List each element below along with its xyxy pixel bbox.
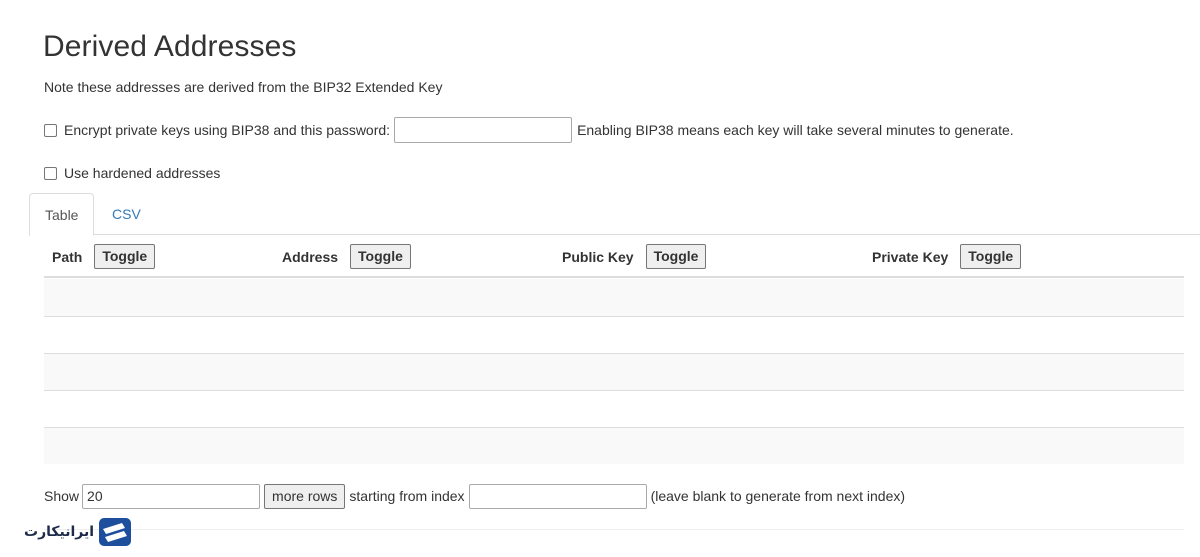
tab-table[interactable]: Table: [29, 193, 94, 236]
rows-count-input[interactable]: [82, 483, 261, 509]
table-row: [44, 390, 1184, 427]
table-row: [44, 316, 1184, 353]
column-public-key-label: Public Key: [562, 248, 634, 265]
column-private-key: Private Key Toggle: [872, 235, 1022, 278]
hardened-label: Use hardened addresses: [64, 165, 221, 181]
show-label: Show: [44, 488, 80, 504]
bip38-password-input[interactable]: [394, 117, 573, 143]
column-path: Path Toggle: [52, 235, 156, 278]
hardened-checkbox[interactable]: [44, 166, 57, 180]
page-title: Derived Addresses: [43, 30, 297, 63]
addresses-table-header: Path Toggle Address Toggle Public Key To…: [44, 235, 1184, 278]
derivation-note: Note these addresses are derived from th…: [44, 79, 443, 95]
output-tabs: Table CSV: [29, 193, 1200, 236]
watermark: ایرانیکارت: [24, 515, 132, 549]
tab-csv[interactable]: CSV: [97, 193, 156, 235]
blank-index-hint: (leave blank to generate from next index…: [650, 488, 906, 504]
column-private-key-label: Private Key: [872, 248, 949, 265]
table-row: [44, 353, 1184, 390]
table-row: [44, 427, 1184, 464]
column-address-label: Address: [282, 248, 339, 265]
column-address: Address Toggle: [282, 235, 411, 278]
bip38-hint: Enabling BIP38 means each key will take …: [577, 122, 1014, 138]
table-row: [44, 279, 1184, 316]
column-public-key: Public Key Toggle: [562, 235, 707, 278]
hardened-option-row: Use hardened addresses: [44, 162, 220, 184]
toggle-private-key-button[interactable]: Toggle: [960, 244, 1022, 269]
bip38-label: Encrypt private keys using BIP38 and thi…: [64, 122, 391, 138]
bip38-checkbox[interactable]: [44, 123, 57, 137]
section-divider: [44, 529, 1184, 530]
bip38-option-row: Encrypt private keys using BIP38 and thi…: [44, 117, 1014, 143]
watermark-text: ایرانیکارت: [24, 524, 95, 540]
iranicard-logo-icon: [99, 518, 132, 546]
more-rows-button[interactable]: more rows: [264, 483, 346, 509]
addresses-table-body: [44, 279, 1184, 464]
start-index-input[interactable]: [468, 483, 647, 509]
toggle-path-button[interactable]: Toggle: [94, 244, 156, 269]
starting-index-label: starting from index: [349, 488, 465, 504]
toggle-public-key-button[interactable]: Toggle: [645, 244, 707, 269]
toggle-address-button[interactable]: Toggle: [350, 244, 411, 269]
more-rows-controls: Show more rows starting from index (leav…: [44, 483, 905, 509]
column-path-label: Path: [52, 248, 83, 265]
